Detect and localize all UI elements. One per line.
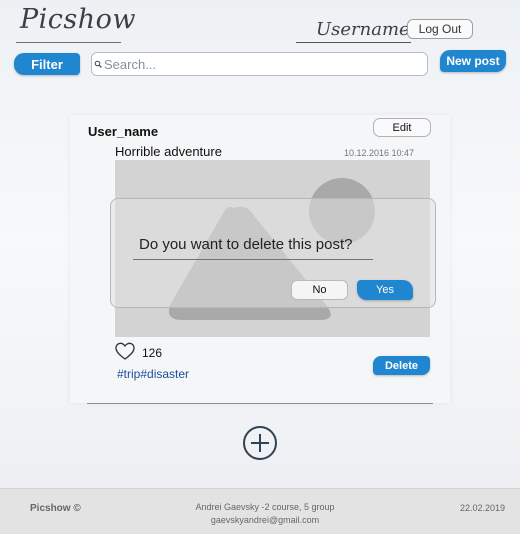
likes-count: 126 [142, 346, 163, 360]
feed-divider [87, 403, 433, 404]
dialog-question: Do you want to delete this post? [139, 236, 353, 253]
post-tags[interactable]: #trip#disaster [117, 367, 189, 381]
footer-author: Andrei Gaevsky -2 course, 5 group [195, 502, 335, 512]
add-post-icon[interactable] [242, 425, 278, 461]
logo-underline [16, 42, 121, 43]
no-button[interactable]: No [291, 280, 348, 300]
search-field[interactable] [91, 52, 428, 76]
logout-button[interactable]: Log Out [407, 19, 473, 39]
post-author[interactable]: User_name [88, 124, 158, 139]
post-title: Horrible adventure [115, 144, 222, 159]
post-date: 10.12.2016 10:47 [344, 148, 415, 158]
yes-button[interactable]: Yes [357, 280, 413, 300]
username-underline [296, 42, 411, 43]
delete-post-button[interactable]: Delete [373, 356, 430, 375]
heart-icon[interactable] [115, 342, 135, 361]
app-logo[interactable]: Picshow [20, 4, 136, 35]
edit-post-button[interactable]: Edit [373, 118, 431, 137]
search-input[interactable] [103, 56, 414, 72]
search-icon [94, 60, 103, 69]
filter-button[interactable]: Filter [14, 53, 80, 75]
footer-brand: Picshow © [30, 503, 81, 514]
dialog-divider [133, 259, 373, 260]
new-post-button[interactable]: New post [440, 50, 506, 72]
username-label: Username [316, 19, 410, 40]
footer-credits: Andrei Gaevsky -2 course, 5 group gaevsk… [170, 501, 360, 527]
footer-date: 22.02.2019 [460, 503, 506, 513]
footer-email[interactable]: gaevskyandrei@gmail.com [170, 514, 360, 527]
